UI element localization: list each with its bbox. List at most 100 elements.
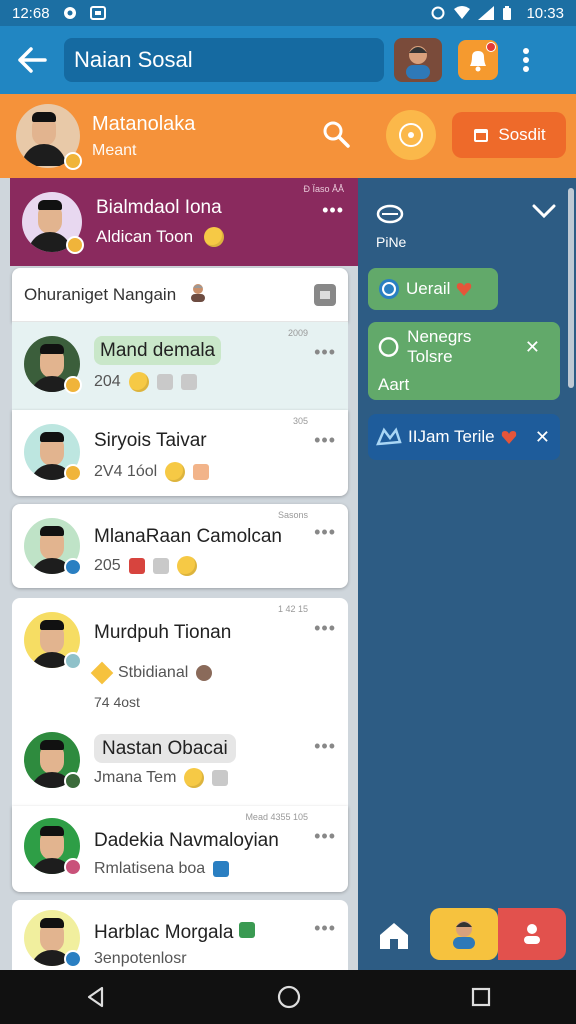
notification-dot <box>486 42 496 52</box>
record-button[interactable] <box>386 110 436 160</box>
appbar-avatar[interactable] <box>394 38 442 82</box>
pinned-chat[interactable]: Bialmdaol Iona Aldican Toon Ð Ïaso ÅÅ ••… <box>10 178 358 266</box>
chat-time: Mead 4355 105 <box>245 812 308 822</box>
notification-button[interactable] <box>458 40 498 80</box>
contacts-button[interactable] <box>430 908 498 960</box>
chat-subtitle-secondary: 74 4ost <box>94 694 140 710</box>
status-badge <box>64 558 82 576</box>
more-options-button[interactable]: ••• <box>314 918 336 939</box>
profile-name: Matanolaka <box>92 112 196 135</box>
filter-chip[interactable]: IIJam Terile ✕ <box>368 414 560 460</box>
more-options-button[interactable] <box>508 26 544 94</box>
status-bar: 12:68 10:33 <box>0 0 576 26</box>
chat-row[interactable]: Harblac Morgala 3enpotenlosr ••• <box>12 900 348 970</box>
globe-icon <box>379 279 399 299</box>
filter-chip-label: Nenegrs Tolsre <box>407 327 472 366</box>
chat-row[interactable]: Nastan Obacai Jmana Tem ••• <box>12 722 348 806</box>
chat-avatar <box>24 424 82 482</box>
person-emoji-icon <box>188 282 208 307</box>
location-icon <box>62 6 78 20</box>
circle-icon <box>378 337 399 357</box>
smile-emoji-icon <box>203 227 224 248</box>
chat-subtitle: 3enpotenlosr <box>94 950 187 967</box>
filter-chip-label: IIJam Terile <box>408 427 495 446</box>
pinned-avatar <box>22 192 84 254</box>
chat-row[interactable]: Mand demala 204 2009 ••• <box>12 322 348 410</box>
chat-name: Harblac Morgala <box>94 922 234 943</box>
search-button[interactable] <box>316 114 356 154</box>
action-button[interactable]: Sosdit <box>452 112 566 158</box>
person-icon <box>524 924 540 944</box>
chat-subtitle: Rmlatisena boa <box>94 860 230 878</box>
close-icon[interactable]: ✕ <box>535 427 550 448</box>
profile-button[interactable] <box>498 908 566 960</box>
status-badge <box>64 464 82 482</box>
profile-bar: Matanolaka Meant Sosdit <box>0 94 576 178</box>
status-badge <box>64 152 82 170</box>
calendar-icon <box>474 129 489 142</box>
more-options-button[interactable]: ••• <box>314 430 336 451</box>
chat-time: Sasons <box>277 510 308 520</box>
chat-list: Bialmdaol Iona Aldican Toon Ð Ïaso ÅÅ ••… <box>0 178 358 970</box>
chat-row[interactable]: MlanaRaan Camolcan 205 Sasons ••• <box>12 504 348 588</box>
person-avatar-icon <box>453 921 475 949</box>
pinned-chat-meta: Ð Ïaso ÅÅ <box>303 184 344 194</box>
filter-chip-label: Uerail <box>406 279 451 298</box>
chat-name: Nastan Obacai <box>94 734 236 763</box>
group-title: Ohuraniget Nangain <box>24 284 177 304</box>
status-time-left: 12:68 <box>12 4 50 22</box>
status-badge <box>64 858 82 876</box>
action-button-label: Sosdit <box>498 125 546 144</box>
smile-emoji-icon <box>128 372 149 392</box>
image-icon <box>152 558 169 574</box>
more-options-button[interactable]: ••• <box>314 522 336 543</box>
more-options-button[interactable]: ••• <box>314 618 336 639</box>
back-button[interactable] <box>0 26 64 94</box>
chat-time: 1 42 15 <box>277 604 308 614</box>
filter-chip[interactable]: Uerail <box>368 268 498 310</box>
chat-avatar <box>24 612 82 670</box>
map-icon <box>376 427 402 446</box>
chat-row[interactable]: Dadekia Navmaloyian Rmlatisena boa Mead … <box>12 806 348 892</box>
collapse-button[interactable] <box>532 204 556 223</box>
back-triangle-icon[interactable] <box>84 985 108 1009</box>
chat-subtitle: 2V4 1óol <box>94 462 210 482</box>
diamond-icon <box>90 661 114 685</box>
home-circle-icon[interactable] <box>276 984 302 1010</box>
music-note-icon <box>213 861 230 877</box>
scrollbar[interactable] <box>568 188 574 388</box>
record-icon <box>399 123 423 147</box>
chat-bubbles-icon <box>376 204 404 226</box>
screenshot-icon <box>89 6 106 20</box>
chat-name: Siryois Taivar <box>94 430 207 451</box>
group-header[interactable]: Ohuraniget Nangain <box>12 268 348 322</box>
status-badge <box>66 236 84 254</box>
status-time-right: 10:33 <box>526 4 564 22</box>
chat-bubble-icon[interactable] <box>314 284 336 306</box>
status-badge <box>64 652 82 670</box>
chat-avatar <box>24 818 82 876</box>
more-options-button[interactable]: ••• <box>314 826 336 847</box>
chat-row[interactable]: Siryois Taivar 2V4 1óol 305 ••• <box>12 410 348 496</box>
chat-avatar <box>24 336 82 394</box>
people-icon <box>212 770 229 786</box>
more-options-button[interactable]: ••• <box>314 736 336 757</box>
status-badge <box>64 772 82 790</box>
filter-chip[interactable]: Nenegrs Tolsre ✕ Aart <box>368 322 560 400</box>
more-options-button[interactable]: ••• <box>314 342 336 363</box>
smile-emoji-icon <box>165 462 186 482</box>
image-icon <box>180 374 197 390</box>
system-navigation <box>0 970 576 1024</box>
home-button[interactable] <box>372 914 416 958</box>
recents-square-icon[interactable] <box>470 986 492 1008</box>
profile-avatar[interactable] <box>16 104 82 170</box>
smile-emoji-icon <box>176 556 197 576</box>
more-options-button[interactable]: ••• <box>322 200 344 221</box>
pinned-chat-name: Bialmdaol Iona <box>96 196 222 218</box>
chevron-down-icon <box>532 204 556 219</box>
more-vert-icon <box>523 48 529 72</box>
close-icon[interactable]: ✕ <box>525 337 540 358</box>
chat-avatar <box>24 518 82 576</box>
chat-row[interactable]: Murdpuh Tionan Stbidianal 74 4ost 1 42 1… <box>12 598 348 722</box>
person-icon <box>196 665 213 681</box>
